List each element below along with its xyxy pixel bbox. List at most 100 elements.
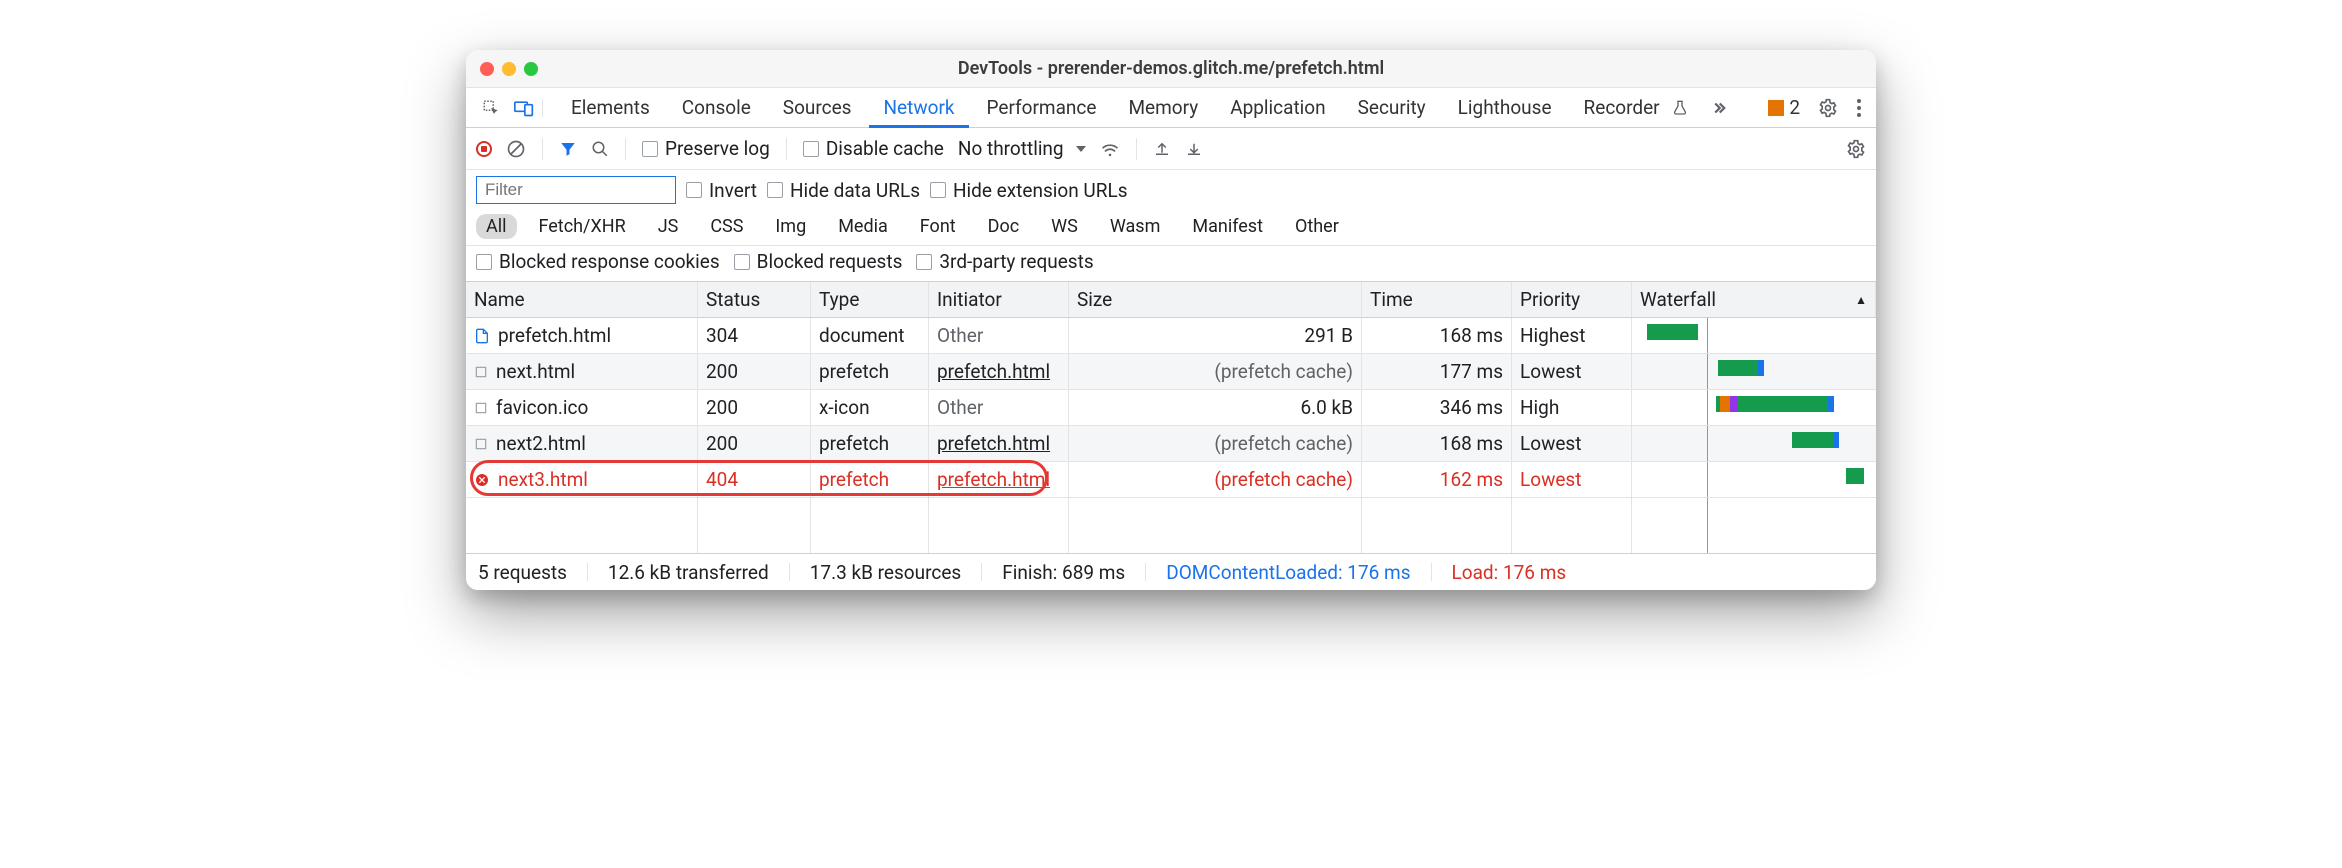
upload-har-icon[interactable]	[1153, 140, 1171, 158]
request-waterfall	[1632, 426, 1876, 461]
hide-data-urls-checkbox[interactable]: Hide data URLs	[767, 179, 920, 202]
tab-performance[interactable]: Performance	[973, 88, 1111, 128]
request-status: 200	[698, 354, 811, 389]
type-filter-manifest[interactable]: Manifest	[1182, 214, 1273, 239]
maximize-window-icon[interactable]	[524, 62, 538, 76]
request-status: 200	[698, 390, 811, 425]
tab-lighthouse[interactable]: Lighthouse	[1444, 88, 1566, 128]
hide-data-urls-label: Hide data URLs	[790, 179, 920, 202]
error-icon	[474, 472, 490, 488]
type-filter-ws[interactable]: WS	[1041, 214, 1088, 239]
panel-tabbar: ElementsConsoleSourcesNetworkPerformance…	[466, 88, 1876, 128]
minimize-window-icon[interactable]	[502, 62, 516, 76]
type-filter-doc[interactable]: Doc	[978, 214, 1030, 239]
hide-extension-urls-checkbox[interactable]: Hide extension URLs	[930, 179, 1128, 202]
table-row[interactable]: favicon.ico200x-iconOther6.0 kB346 msHig…	[466, 390, 1876, 426]
type-filter-all[interactable]: All	[476, 214, 517, 239]
type-filter-media[interactable]: Media	[828, 214, 898, 239]
kebab-menu-icon[interactable]	[1856, 98, 1862, 118]
request-size: (prefetch cache)	[1069, 354, 1362, 389]
recorder-flask-icon	[1672, 100, 1688, 116]
preserve-log-checkbox[interactable]: Preserve log	[642, 137, 770, 160]
titlebar: DevTools - prerender-demos.glitch.me/pre…	[466, 50, 1876, 88]
request-table-body: prefetch.html304documentOther291 B168 ms…	[466, 318, 1876, 498]
type-filter-fetch-xhr[interactable]: Fetch/XHR	[529, 214, 636, 239]
issues-badge[interactable]: 2	[1768, 96, 1800, 119]
type-filter-font[interactable]: Font	[910, 214, 966, 239]
request-status: 304	[698, 318, 811, 353]
request-initiator: prefetch.html	[929, 462, 1069, 497]
table-row[interactable]: next3.html404prefetchprefetch.html(prefe…	[466, 462, 1876, 498]
status-transferred: 12.6 kB transferred	[608, 561, 769, 584]
record-button[interactable]	[476, 141, 492, 157]
blocked-requests-checkbox[interactable]: Blocked requests	[734, 250, 903, 273]
type-filter-css[interactable]: CSS	[700, 214, 753, 239]
inspect-element-icon[interactable]	[482, 99, 500, 117]
file-icon	[474, 365, 488, 379]
download-har-icon[interactable]	[1185, 140, 1203, 158]
table-row[interactable]: prefetch.html304documentOther291 B168 ms…	[466, 318, 1876, 354]
table-row[interactable]: next2.html200prefetchprefetch.html(prefe…	[466, 426, 1876, 462]
clear-icon[interactable]	[506, 139, 526, 159]
col-status[interactable]: Status	[698, 282, 811, 317]
initiator-text: Other	[937, 396, 983, 419]
request-waterfall	[1632, 318, 1876, 353]
filter-funnel-icon[interactable]	[559, 140, 577, 158]
tab-elements[interactable]: Elements	[557, 88, 664, 128]
throttling-select[interactable]: No throttling	[958, 137, 1086, 160]
disable-cache-checkbox[interactable]: Disable cache	[803, 137, 944, 160]
blocked-response-cookies-checkbox[interactable]: Blocked response cookies	[476, 250, 720, 273]
tab-recorder[interactable]: Recorder	[1570, 88, 1674, 128]
type-filter-img[interactable]: Img	[765, 214, 816, 239]
tab-console[interactable]: Console	[668, 88, 765, 128]
initiator-link[interactable]: prefetch.html	[937, 468, 1050, 491]
devtools-window: DevTools - prerender-demos.glitch.me/pre…	[466, 50, 1876, 590]
network-settings-gear-icon[interactable]	[1846, 139, 1866, 159]
request-name: favicon.ico	[496, 396, 588, 419]
request-time: 168 ms	[1362, 426, 1512, 461]
throttling-value: No throttling	[958, 137, 1064, 160]
request-priority: Lowest	[1512, 462, 1632, 497]
table-filler	[466, 498, 1876, 554]
invert-checkbox[interactable]: Invert	[686, 179, 757, 202]
request-type: prefetch	[811, 354, 929, 389]
col-size[interactable]: Size	[1069, 282, 1362, 317]
type-filter-wasm[interactable]: Wasm	[1100, 214, 1171, 239]
request-priority: Lowest	[1512, 426, 1632, 461]
tab-application[interactable]: Application	[1216, 88, 1339, 128]
more-tabs-icon[interactable]	[1710, 99, 1728, 117]
initiator-text: Other	[937, 324, 983, 347]
network-conditions-icon[interactable]	[1100, 140, 1120, 158]
col-time[interactable]: Time	[1362, 282, 1512, 317]
chevron-down-icon	[1076, 146, 1086, 152]
col-name[interactable]: Name	[466, 282, 698, 317]
issues-warning-icon	[1768, 100, 1784, 116]
filter-bar: Invert Hide data URLs Hide extension URL…	[466, 170, 1876, 246]
initiator-link[interactable]: prefetch.html	[937, 360, 1050, 383]
issues-count: 2	[1789, 96, 1800, 119]
request-waterfall	[1632, 390, 1876, 425]
close-window-icon[interactable]	[480, 62, 494, 76]
window-title: DevTools - prerender-demos.glitch.me/pre…	[958, 58, 1384, 79]
col-waterfall[interactable]: Waterfall▲	[1632, 282, 1876, 317]
col-type[interactable]: Type	[811, 282, 929, 317]
third-party-requests-checkbox[interactable]: 3rd-party requests	[916, 250, 1093, 273]
tab-sources[interactable]: Sources	[769, 88, 866, 128]
search-icon[interactable]	[591, 140, 609, 158]
tab-memory[interactable]: Memory	[1114, 88, 1212, 128]
initiator-link[interactable]: prefetch.html	[937, 432, 1050, 455]
settings-gear-icon[interactable]	[1818, 98, 1838, 118]
request-priority: Highest	[1512, 318, 1632, 353]
table-row[interactable]: next.html200prefetchprefetch.html(prefet…	[466, 354, 1876, 390]
device-toolbar-icon[interactable]	[514, 99, 534, 117]
blocked-response-cookies-label: Blocked response cookies	[499, 250, 720, 273]
type-filter-js[interactable]: JS	[648, 214, 689, 239]
tab-network[interactable]: Network	[869, 88, 968, 128]
request-time: 162 ms	[1362, 462, 1512, 497]
col-initiator[interactable]: Initiator	[929, 282, 1069, 317]
col-priority[interactable]: Priority	[1512, 282, 1632, 317]
tab-security[interactable]: Security	[1344, 88, 1440, 128]
filter-input[interactable]	[476, 176, 676, 204]
request-name: prefetch.html	[498, 324, 611, 347]
type-filter-other[interactable]: Other	[1285, 214, 1349, 239]
